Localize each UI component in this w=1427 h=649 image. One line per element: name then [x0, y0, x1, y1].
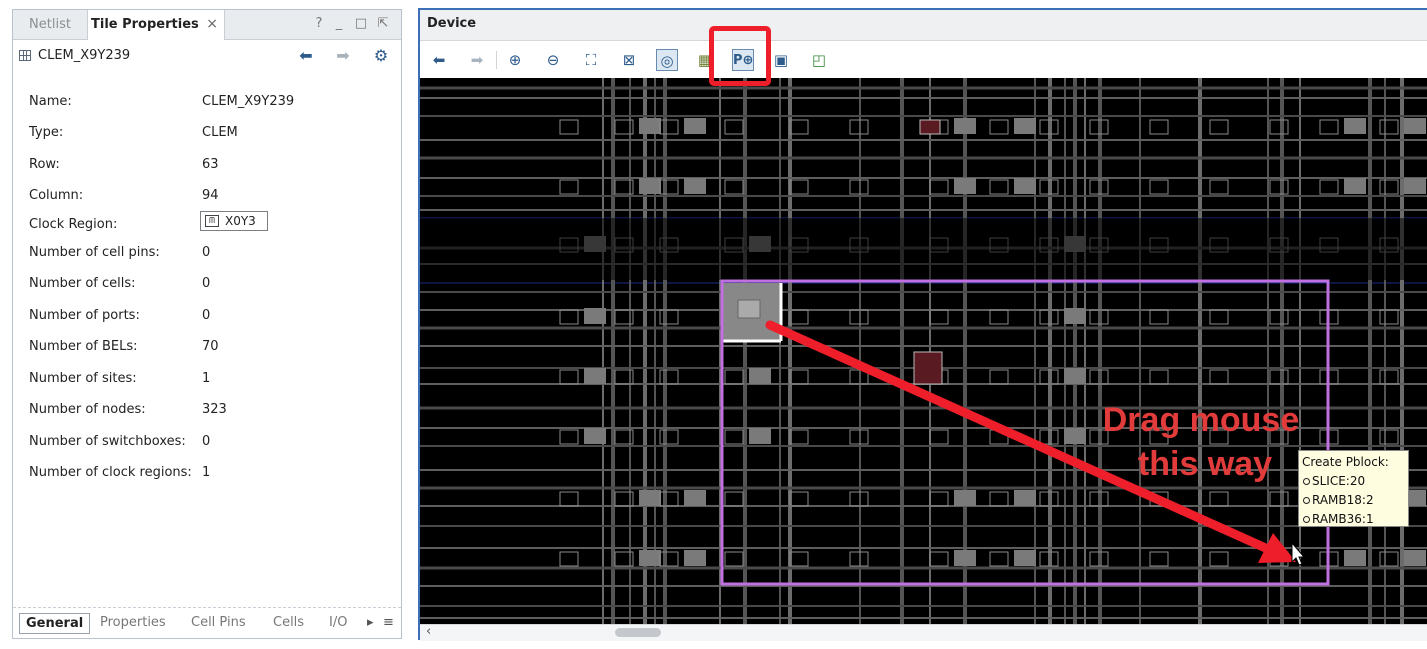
tabs-menu-icon[interactable]: ≡	[383, 615, 394, 630]
back-icon[interactable]: ⬅	[428, 49, 450, 71]
clock-region-link[interactable]: ᗰ X0Y3	[200, 211, 268, 231]
minimize-icon[interactable]: _	[331, 15, 347, 33]
property-value: 0	[202, 276, 211, 291]
gear-icon[interactable]: ⚙	[370, 47, 392, 65]
annotation-line-2: this way	[1137, 445, 1273, 483]
forward-arrow-icon[interactable]: ➡	[332, 47, 354, 65]
tab-tile-properties-label: Tile Properties	[91, 17, 199, 32]
property-label: Number of ports:	[29, 308, 140, 323]
device-title-bar: Device	[420, 10, 1427, 41]
property-row: Number of sites: 1	[29, 371, 389, 391]
scroll-tabs-right-icon[interactable]: ▸	[367, 615, 374, 630]
panel-tabbar: Netlist Tile Properties × ? _ □ ⇱	[13, 10, 401, 40]
tooltip-item: RAMB18:2	[1302, 491, 1405, 510]
tile-icon	[19, 50, 31, 61]
property-value: 0	[202, 245, 211, 260]
property-label: Number of sites:	[29, 371, 137, 386]
property-label: Number of clock regions:	[29, 465, 192, 480]
property-row: Column: 94	[29, 188, 389, 208]
property-value: 1	[202, 371, 211, 386]
property-row: Type: CLEM	[29, 125, 389, 145]
zoom-selection-icon[interactable]: ⊠	[618, 49, 640, 71]
scroll-left-icon[interactable]: ‹	[426, 624, 431, 639]
property-value: 0	[202, 308, 211, 323]
tab-general[interactable]: General	[19, 613, 91, 634]
tab-io[interactable]: I/O	[329, 615, 347, 630]
property-value: 323	[202, 402, 227, 417]
property-label: Row:	[29, 157, 60, 172]
property-label: Number of switchboxes:	[29, 434, 186, 449]
float-icon[interactable]: ⇱	[375, 15, 391, 33]
zoom-in-icon[interactable]: ⊕	[504, 49, 526, 71]
annotation-line-1: Drag mouse	[1102, 401, 1300, 439]
device-layout	[420, 78, 1427, 624]
property-value: CLEM_X9Y239	[202, 94, 295, 109]
property-row: Number of cell pins: 0	[29, 245, 389, 265]
tooltip-title: Create Pblock:	[1302, 455, 1389, 469]
property-label: Number of nodes:	[29, 402, 146, 417]
property-value: 94	[202, 188, 219, 203]
highlight-frame	[709, 26, 771, 86]
scroll-thumb[interactable]	[615, 628, 661, 637]
tile-properties-panel: Netlist Tile Properties × ? _ □ ⇱ CLEM_X…	[12, 9, 402, 639]
device-toolbar: ⬅ ➡ ⊕ ⊖ ⛶ ⊠ ◎ ▦ P⊕ ▣ ◰	[420, 41, 1427, 77]
auto-fit-icon[interactable]: ◎	[656, 49, 678, 71]
device-title: Device	[427, 16, 477, 31]
clock-region-icon: ᗰ	[205, 215, 219, 227]
property-value: 1	[202, 465, 211, 480]
property-label: Column:	[29, 188, 84, 203]
tab-properties[interactable]: Properties	[100, 615, 166, 630]
clock-region-value: X0Y3	[225, 214, 256, 228]
property-row: Number of switchboxes: 0	[29, 434, 389, 454]
property-row: Number of cells: 0	[29, 276, 389, 296]
property-value: CLEM	[202, 125, 238, 140]
bottom-tabbar: General Properties Cell Pins Cells I/O ▸…	[13, 607, 401, 638]
property-row: Clock Region: ᗰ X0Y3	[29, 211, 389, 237]
property-label: Number of BELs:	[29, 339, 138, 354]
help-icon[interactable]: ?	[311, 15, 327, 33]
property-row: Number of clock regions: 1	[29, 465, 389, 485]
add-element-icon[interactable]: ◰	[808, 49, 830, 71]
property-label: Name:	[29, 94, 72, 109]
property-label: Type:	[29, 125, 64, 140]
maximize-icon[interactable]: □	[353, 15, 369, 33]
property-value: 70	[202, 339, 219, 354]
tab-tile-properties[interactable]: Tile Properties ×	[87, 10, 225, 40]
tooltip-item: RAMB36:1	[1302, 510, 1405, 529]
property-row: Row: 63	[29, 157, 389, 177]
property-row: Number of BELs: 70	[29, 339, 389, 359]
tab-cells[interactable]: Cells	[273, 615, 304, 630]
tile-name: CLEM_X9Y239	[38, 48, 131, 63]
select-area-icon[interactable]: ▣	[770, 49, 792, 71]
tile-header: CLEM_X9Y239 ⬅ ➡ ⚙	[13, 40, 401, 72]
tab-cell-pins[interactable]: Cell Pins	[191, 615, 246, 630]
horizontal-scrollbar[interactable]: ‹	[420, 624, 1427, 641]
property-row: Name: CLEM_X9Y239	[29, 94, 389, 114]
property-value: 63	[202, 157, 219, 172]
back-arrow-icon[interactable]: ⬅	[295, 47, 317, 65]
property-label: Clock Region:	[29, 217, 118, 232]
tooltip-item: SLICE:20	[1302, 472, 1405, 491]
property-row: Number of nodes: 323	[29, 402, 389, 422]
property-label: Number of cells:	[29, 276, 136, 291]
forward-icon[interactable]: ➡	[466, 49, 488, 71]
zoom-fit-icon[interactable]: ⛶	[580, 49, 602, 71]
property-label: Number of cell pins:	[29, 245, 160, 260]
device-canvas[interactable]	[420, 78, 1427, 624]
close-icon[interactable]: ×	[206, 10, 218, 39]
create-pblock-tooltip: Create Pblock: SLICE:20 RAMB18:2 RAMB36:…	[1298, 450, 1409, 527]
tab-netlist[interactable]: Netlist	[13, 10, 87, 39]
zoom-out-icon[interactable]: ⊖	[542, 49, 564, 71]
property-value: 0	[202, 434, 211, 449]
property-row: Number of ports: 0	[29, 308, 389, 328]
device-panel: Device ⬅ ➡ ⊕ ⊖ ⛶ ⊠ ◎ ▦ P⊕ ▣ ◰ ‹	[418, 8, 1427, 641]
